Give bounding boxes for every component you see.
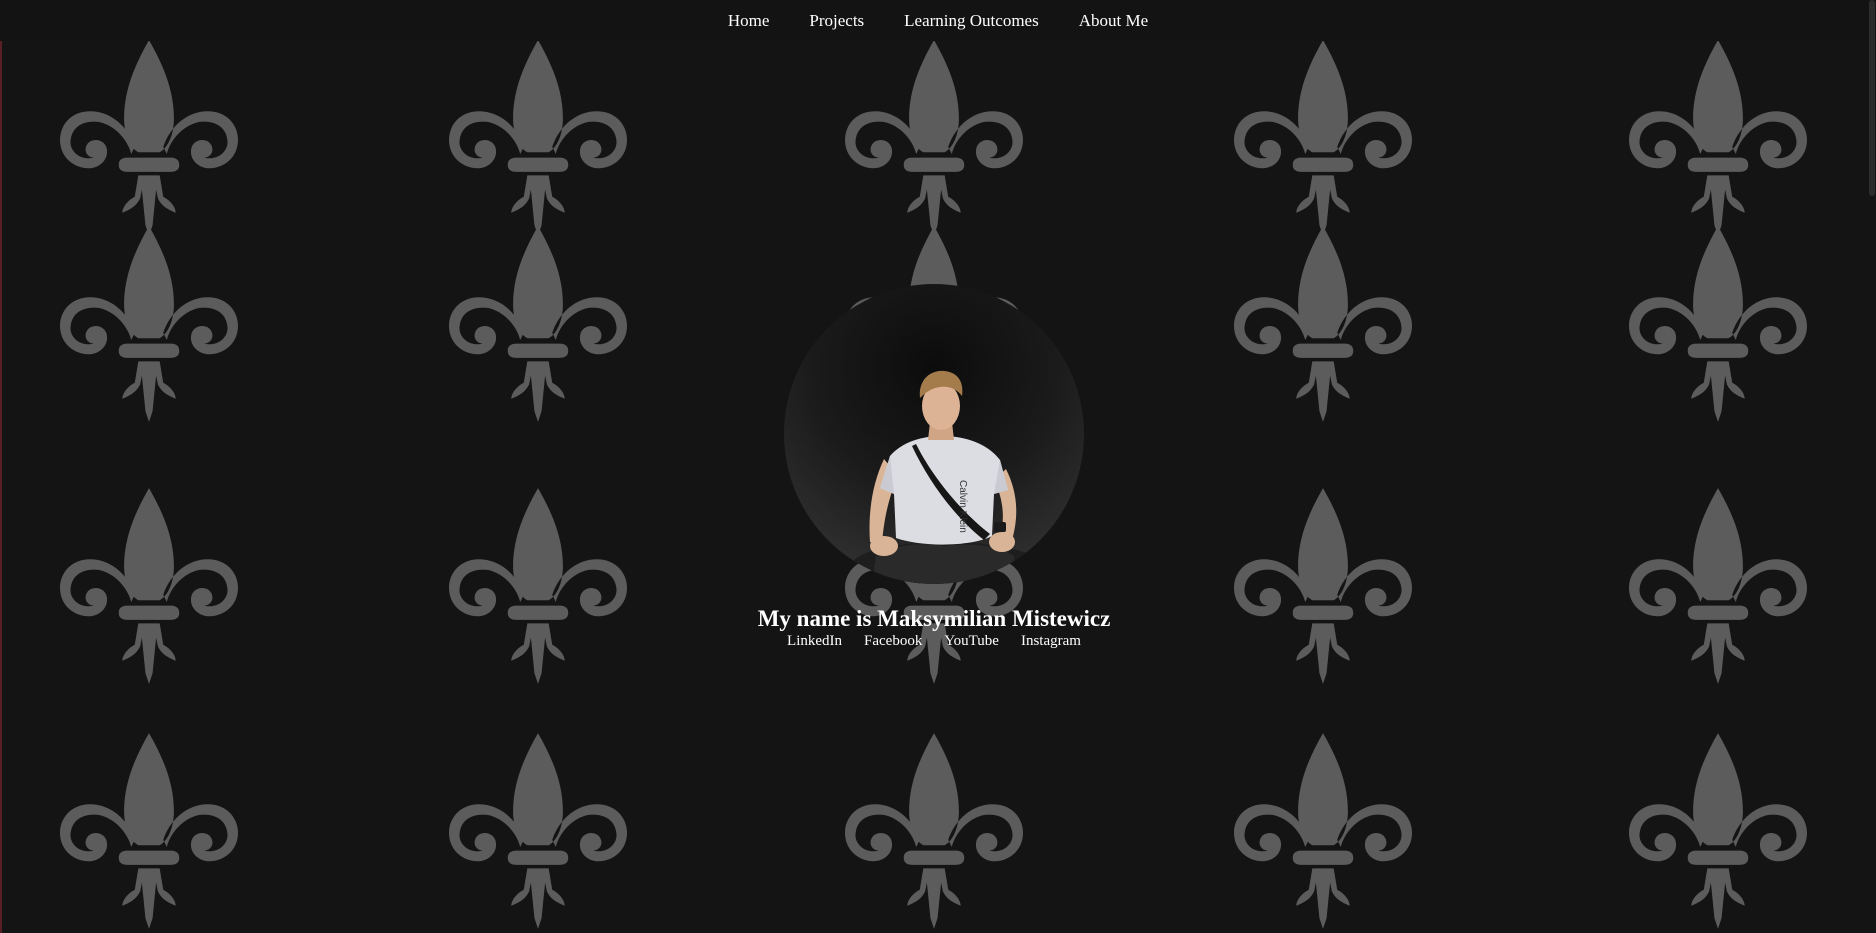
fleur-de-lis-icon <box>1629 226 1807 422</box>
nav-projects-link[interactable]: Projects <box>809 11 864 31</box>
fleur-de-lis-icon <box>60 40 238 236</box>
fleur-de-lis-icon <box>1234 40 1412 236</box>
fleur-de-lis-icon <box>449 733 627 929</box>
fleur-de-lis-icon <box>1234 488 1412 684</box>
instagram-link[interactable]: Instagram <box>1021 633 1081 650</box>
nav-home-link[interactable]: Home <box>728 11 770 31</box>
scrollbar-thumb[interactable] <box>1869 0 1875 196</box>
fleur-de-lis-icon <box>1629 488 1807 684</box>
fleur-de-lis-icon <box>1234 733 1412 929</box>
fleur-de-lis-icon <box>449 488 627 684</box>
youtube-link[interactable]: YouTube <box>944 633 999 650</box>
fleur-de-lis-icon <box>845 40 1023 236</box>
fleur-de-lis-icon <box>60 488 238 684</box>
top-navbar: Home Projects Learning Outcomes About Me <box>0 0 1876 41</box>
fleur-de-lis-icon <box>449 40 627 236</box>
fleur-de-lis-icon <box>60 226 238 422</box>
nav-learning-outcomes-link[interactable]: Learning Outcomes <box>904 11 1039 31</box>
fleur-de-lis-icon <box>1234 226 1412 422</box>
profile-avatar: Calvin Klein <box>784 284 1084 584</box>
fleur-de-lis-icon <box>1629 40 1807 236</box>
nav-about-me-link[interactable]: About Me <box>1079 11 1148 31</box>
facebook-link[interactable]: Facebook <box>864 633 922 650</box>
fleur-de-lis-icon <box>60 733 238 929</box>
profile-photo: Calvin Klein <box>851 370 1041 584</box>
vertical-scrollbar[interactable] <box>1867 0 1876 933</box>
fleur-de-lis-icon <box>845 733 1023 929</box>
shirt-brand-text: Calvin Klein <box>957 480 968 533</box>
fleur-de-lis-icon <box>449 226 627 422</box>
fleur-de-lis-icon <box>1629 733 1807 929</box>
linkedin-link[interactable]: LinkedIn <box>787 633 842 650</box>
page-title: My name is Maksymilian Mistewicz <box>757 606 1111 631</box>
social-links: LinkedIn Facebook YouTube Instagram <box>0 633 1868 650</box>
